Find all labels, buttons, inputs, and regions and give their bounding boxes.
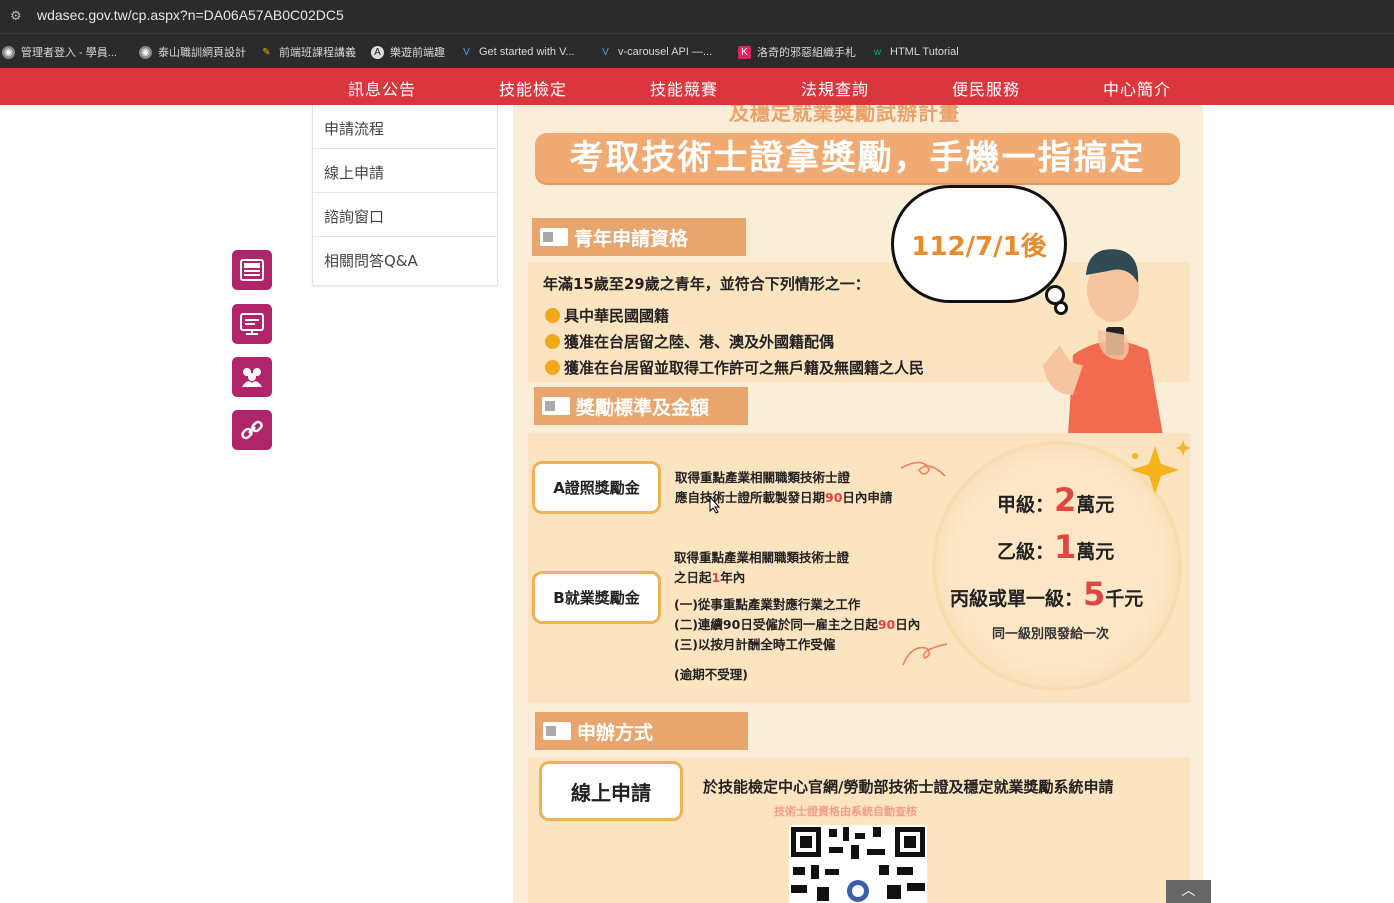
scroll-to-top-button[interactable]: ︿ <box>1166 880 1211 903</box>
grade-a: 甲級：2萬元 <box>997 481 1115 519</box>
card-icon <box>543 722 571 740</box>
award-a-desc: 取得重點產業相關職類技術士證 應自技術士證所載製發日期90日內申請 <box>675 470 893 505</box>
nav-item-services[interactable]: 便民服務 <box>952 76 1020 100</box>
reward-heading: 獎勵標準及金額 <box>534 387 748 425</box>
bookmark-item[interactable]: ◉ 管理者登入 - 學員... <box>2 43 117 61</box>
grade-c: 丙級或單一級：5千元 <box>950 575 1144 613</box>
mouse-cursor-icon <box>709 496 721 514</box>
vuetify-icon: V <box>463 46 470 58</box>
bookmark-item[interactable]: ◉ 泰山職訓網頁設計 <box>139 43 246 61</box>
nav-item-regulations[interactable]: 法規查詢 <box>801 76 869 100</box>
award-b-desc: 取得重點產業相關職類技術士證 之日起1年內 (一)從事重點產業對應行業之工作 (… <box>674 550 921 682</box>
eligibility-bullet: 獲准在台居留之陸、港、澳及外國籍配偶 <box>545 331 834 352</box>
globe-icon: ◉ <box>139 45 152 59</box>
bookmarks-bar: ◉ 管理者登入 - 學員... ◉ 泰山職訓網頁設計 ✎ 前端班課程講義 A 樂遊前端趣… <box>0 33 1394 69</box>
award-a-label: A證照獎勵金 <box>532 461 661 514</box>
link-icon[interactable] <box>232 410 272 450</box>
bullet-dot-icon <box>545 308 560 323</box>
bookmark-item[interactable]: w HTML Tutorial <box>871 43 959 61</box>
award-b-label: B就業獎勵金 <box>532 571 661 624</box>
online-apply-sub: 技術士證資格由系統自動查核 <box>774 805 917 818</box>
bullet-dot-icon <box>545 334 560 349</box>
poster-title: 考取技術士證拿獎勵，手機一指搞定 <box>535 133 1180 183</box>
grade-note: 同一級別限發給一次 <box>992 627 1110 642</box>
nav-item-competition[interactable]: 技能競賽 <box>650 76 718 100</box>
sidemenu-item-contact[interactable]: 諮詢窗口 <box>313 193 497 237</box>
qr-code[interactable] <box>789 825 927 903</box>
sidemenu-item-faq[interactable]: 相關問答Q&A <box>313 237 497 281</box>
nav-item-about[interactable]: 中心簡介 <box>1103 76 1171 100</box>
subsidy-poster: 及穩定就業獎勵試辦計畫 考取技術士證拿獎勵，手機一指搞定 青年申請資格 年滿15… <box>513 105 1203 903</box>
w3-icon: w <box>873 46 882 58</box>
arrow-curve-icon <box>902 643 948 666</box>
eligibility-bullet: 具中華民國國籍 <box>545 305 669 326</box>
bookmark-item[interactable]: Vv-carousel API —... <box>599 43 712 61</box>
chevron-up-icon: ︿ <box>1181 883 1196 899</box>
people-icon[interactable] <box>232 357 272 397</box>
vuetify-icon: V <box>602 46 609 58</box>
bookmark-item[interactable]: A 樂遊前端趣 <box>371 43 445 61</box>
sidemenu-item-process[interactable]: 申請流程 <box>313 105 497 149</box>
main-nav: 訊息公告 技能檢定 技能競賽 法規查詢 便民服務 中心簡介 <box>0 68 1394 105</box>
address-bar[interactable]: ⚙ wdasec.gov.tw/cp.aspx?n=DA06A57AB0C02D… <box>0 0 1394 33</box>
poster-top-title: 及穩定就業獎勵試辦計畫 <box>729 105 960 125</box>
card-icon <box>540 228 568 246</box>
card-icon <box>542 397 570 415</box>
online-apply-desc: 於技能檢定中心官網/勞動部技術士證及穩定就業獎勵系統申請 <box>703 778 1114 796</box>
site-settings-icon[interactable]: ⚙ <box>10 9 26 25</box>
bookmark-item[interactable]: V Get started with V... <box>460 43 574 61</box>
grade-b: 乙級：1萬元 <box>997 528 1115 566</box>
pencil-icon: ✎ <box>262 46 271 58</box>
eligibility-intro: 年滿15歲至29歲之青年，並符合下列情形之一： <box>543 275 870 293</box>
arrow-curve-icon <box>900 461 946 477</box>
online-apply-label: 線上申請 <box>539 761 683 821</box>
news-icon[interactable] <box>232 250 272 290</box>
bookmark-item[interactable]: ✎ 前端班課程講義 <box>260 43 356 61</box>
nav-item-announcements[interactable]: 訊息公告 <box>348 76 416 100</box>
url-text[interactable]: wdasec.gov.tw/cp.aspx?n=DA06A57AB0C02DC5 <box>37 7 344 23</box>
globe-icon: ◉ <box>2 45 15 59</box>
bookmark-item[interactable]: K 洛奇的邪惡組織手札 <box>738 43 856 61</box>
bookmark-icon: K <box>738 45 751 59</box>
sparkle-icon <box>1131 440 1191 494</box>
method-heading: 申辦方式 <box>535 712 748 750</box>
nav-item-skill-test[interactable]: 技能檢定 <box>499 76 567 100</box>
monitor-icon[interactable] <box>232 304 272 344</box>
angular-icon: A <box>371 45 384 59</box>
eligibility-heading: 青年申請資格 <box>532 218 746 256</box>
side-menu: 申請流程 線上申請 諮詢窗口 相關問答Q&A <box>312 105 498 286</box>
sidemenu-item-online[interactable]: 線上申請 <box>313 149 497 193</box>
bullet-dot-icon <box>545 360 560 375</box>
man-with-phone-illustration <box>1043 249 1163 435</box>
eligibility-bullet: 獲准在台居留並取得工作許可之無戶籍及無國籍之人民 <box>545 357 924 378</box>
